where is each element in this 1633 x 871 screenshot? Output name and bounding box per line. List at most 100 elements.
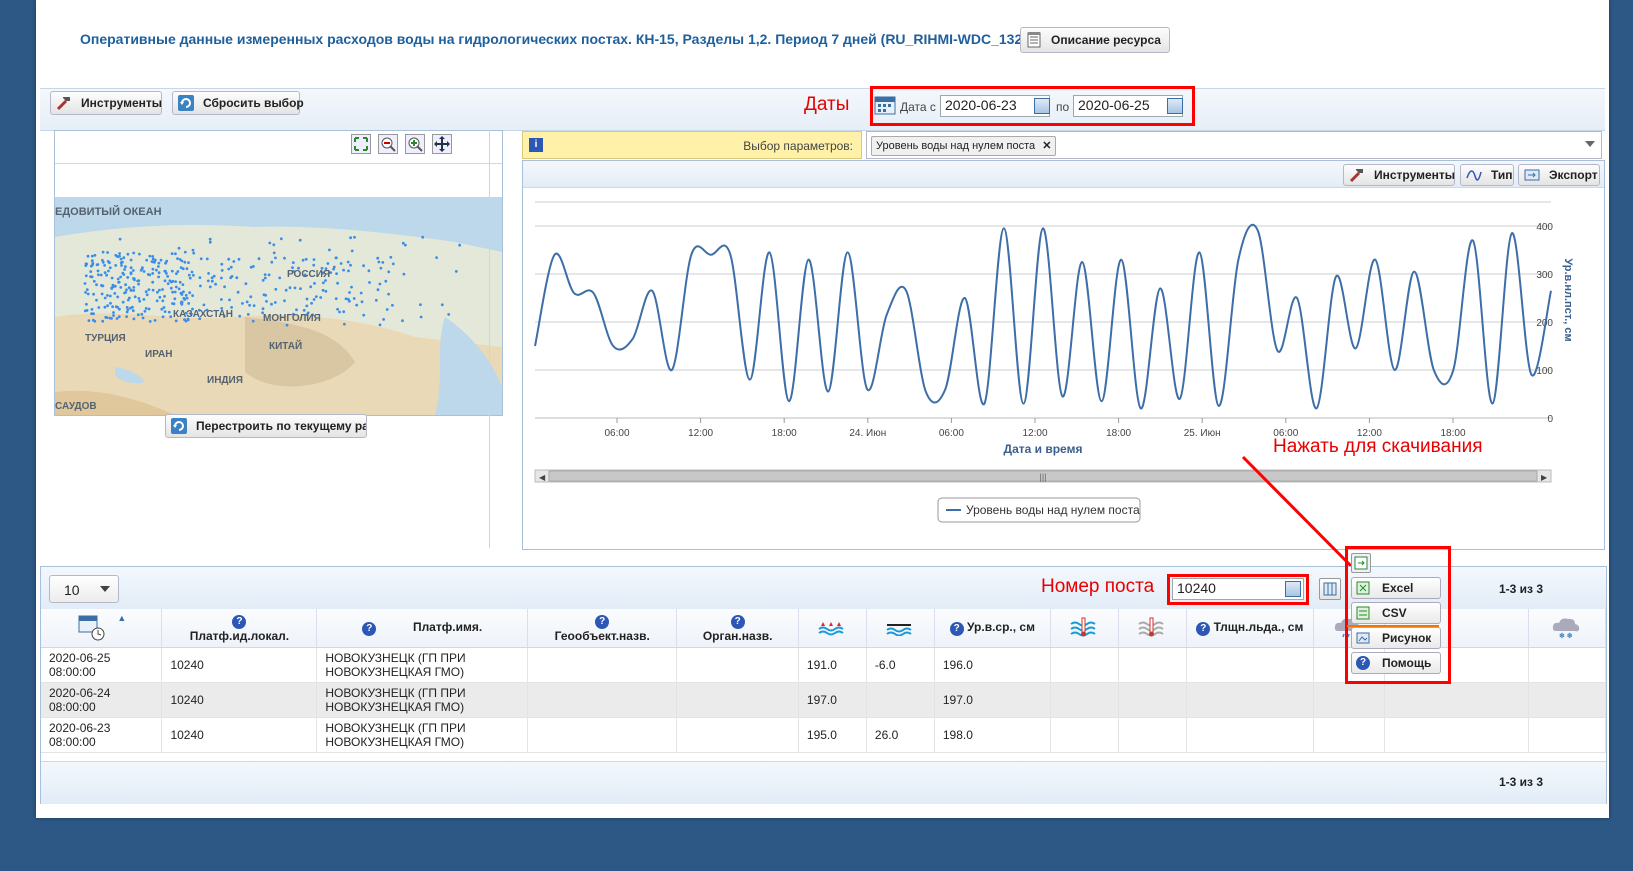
station-dot[interactable] [110,276,114,280]
station-dot[interactable] [352,297,356,300]
station-dot[interactable] [103,264,106,267]
station-dot[interactable] [312,298,316,301]
station-dot[interactable] [367,269,371,273]
station-dot[interactable] [121,300,125,304]
rebuild-map-button[interactable]: Перестроить по текущему рай [165,414,367,438]
station-dot[interactable] [458,243,462,247]
col-header-platform-name[interactable]: ? Платф.имя. [316,609,529,648]
station-dot[interactable] [377,260,381,264]
col-header-water-temp[interactable] [1050,609,1119,648]
station-dot[interactable] [336,281,339,285]
station-dot[interactable] [338,310,341,314]
station-dot[interactable] [270,302,273,306]
station-dot[interactable] [378,323,382,327]
station-dot[interactable] [381,261,385,264]
station-dot[interactable] [261,278,265,282]
station-dot[interactable] [273,301,277,304]
station-dot[interactable] [85,288,89,291]
station-dot[interactable] [385,308,389,311]
station-dot[interactable] [187,261,190,264]
station-dot[interactable] [349,236,352,240]
station-dot[interactable] [132,289,136,292]
info-icon[interactable]: i [529,138,543,152]
export-excel-item[interactable]: Excel [1351,577,1441,599]
station-dot[interactable] [322,281,325,285]
export-image-item[interactable]: Рисунок [1351,627,1441,649]
station-dot[interactable] [122,256,126,260]
station-dot[interactable] [151,280,155,284]
pan-icon[interactable] [432,134,452,154]
station-dot[interactable] [220,262,224,266]
station-dot[interactable] [89,275,92,278]
station-dot[interactable] [146,273,150,276]
station-dot[interactable] [97,273,100,277]
station-dot[interactable] [119,275,122,279]
station-dot[interactable] [344,297,348,301]
station-dot[interactable] [132,286,136,289]
station-dot[interactable] [118,237,122,241]
station-dot[interactable] [174,252,177,256]
station-dot[interactable] [274,256,277,260]
station-dot[interactable] [90,308,94,311]
station-dot[interactable] [283,256,286,260]
station-dot[interactable] [227,257,231,261]
station-dot[interactable] [334,297,338,300]
station-dot[interactable] [347,269,350,273]
station-dot[interactable] [284,288,288,292]
col-header-water-level[interactable] [798,609,867,648]
station-dot[interactable] [175,272,178,275]
reset-selection-button[interactable]: Сбросить выбор [172,91,304,115]
station-dot[interactable] [106,304,109,308]
station-dot[interactable] [389,255,393,259]
station-dot[interactable] [350,285,353,289]
station-dot[interactable] [145,293,149,297]
station-dot[interactable] [440,303,444,307]
station-dot[interactable] [138,299,142,303]
station-dot[interactable] [291,261,295,264]
zoom-extent-icon[interactable] [351,134,371,154]
zoom-in-icon[interactable] [405,134,425,154]
station-dot[interactable] [305,297,309,301]
station-dot[interactable] [141,266,144,269]
station-dot[interactable] [419,315,423,319]
station-dot[interactable] [103,271,107,274]
station-dot[interactable] [89,264,93,268]
station-dot[interactable] [114,264,118,267]
station-dot[interactable] [229,276,233,280]
station-dot[interactable] [171,279,175,283]
station-dot[interactable] [116,295,120,299]
station-dot[interactable] [368,281,371,284]
station-dot[interactable] [151,255,155,258]
station-dot[interactable] [180,259,184,263]
station-dot[interactable] [278,276,282,280]
station-dot[interactable] [267,273,271,277]
station-dot[interactable] [155,268,158,272]
station-dot[interactable] [171,290,174,294]
col-header-air-temp[interactable] [1118,609,1187,648]
station-dot[interactable] [100,292,104,296]
station-dot[interactable] [177,246,181,250]
station-dot[interactable] [125,288,128,292]
station-dot[interactable] [232,260,236,263]
station-dot[interactable] [133,295,137,299]
station-dot[interactable] [90,259,94,263]
station-dot[interactable] [131,305,134,309]
station-dot[interactable] [144,290,148,294]
station-dot[interactable] [87,319,91,322]
station-dot[interactable] [106,251,109,254]
station-dot[interactable] [360,300,364,304]
station-dot[interactable] [342,310,346,314]
station-dot[interactable] [157,275,160,279]
station-dot[interactable] [173,297,177,301]
station-dot[interactable] [141,316,145,320]
station-dot[interactable] [263,273,267,276]
station-dot[interactable] [140,312,144,316]
station-dot[interactable] [391,303,394,307]
station-dot[interactable] [177,287,181,291]
station-dot[interactable] [305,304,309,308]
station-dot[interactable] [332,267,335,271]
export-help-item[interactable]: ? Помощь [1351,652,1441,674]
station-dot[interactable] [142,270,146,273]
station-dot[interactable] [298,238,302,242]
station-dot[interactable] [265,300,268,303]
